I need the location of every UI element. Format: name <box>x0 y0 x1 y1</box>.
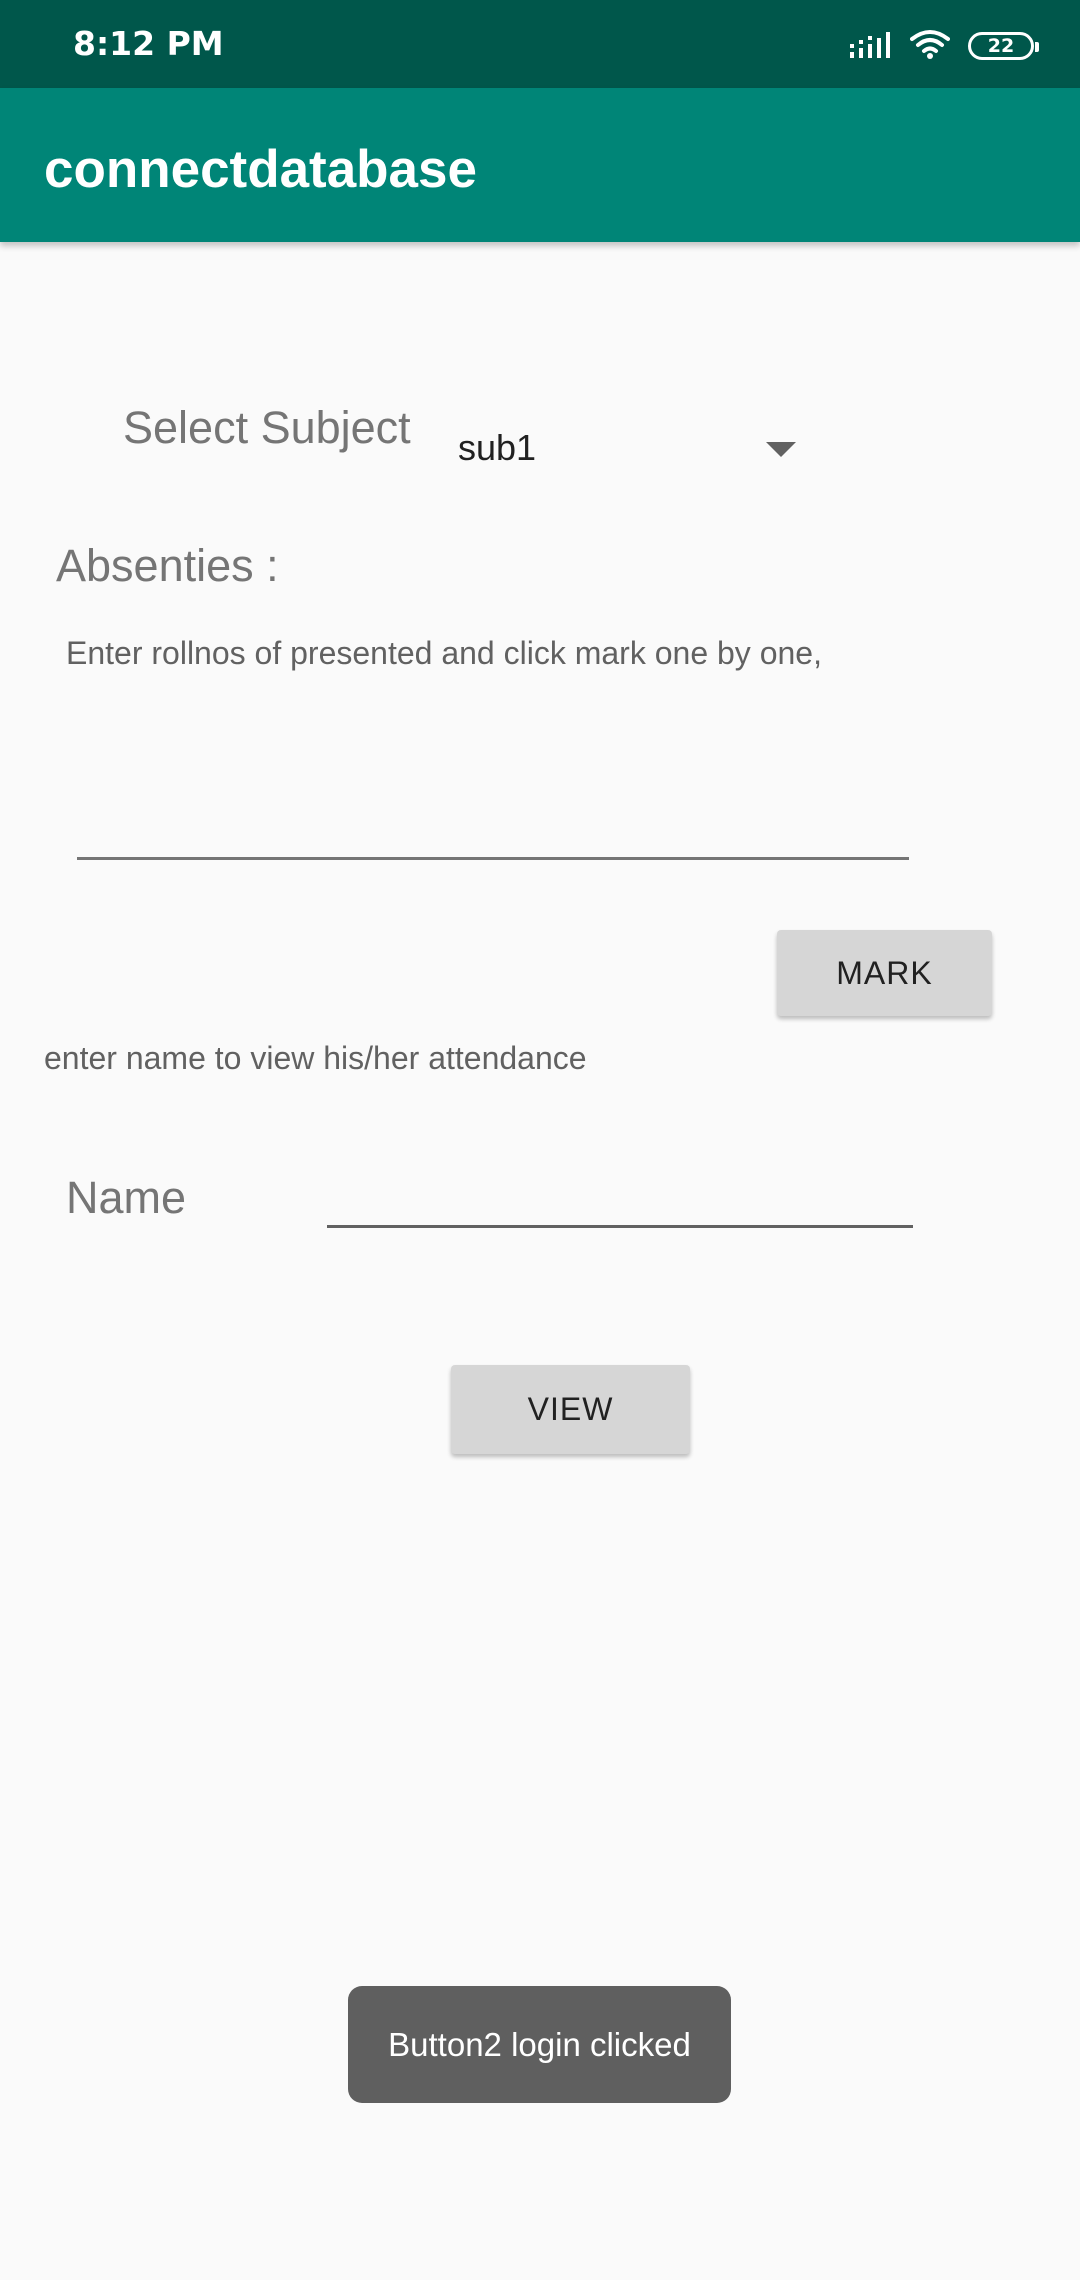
view-button[interactable]: VIEW <box>451 1365 690 1454</box>
signal-icon <box>850 30 892 62</box>
subject-spinner-value: sub1 <box>458 427 537 468</box>
status-time: 8:12 PM <box>73 24 224 63</box>
status-icons: 22 <box>850 26 1039 66</box>
dropdown-arrow-icon <box>766 442 796 457</box>
name-input[interactable] <box>327 1150 913 1228</box>
app-title: connectdatabase <box>44 140 477 199</box>
battery-level: 22 <box>987 35 1015 57</box>
app-bar: connectdatabase <box>0 88 1080 242</box>
toast-message: Button2 login clicked <box>388 2025 691 2063</box>
mark-button[interactable]: MARK <box>777 930 992 1016</box>
wifi-icon <box>910 29 950 63</box>
toast: Button2 login clicked <box>348 1986 731 2103</box>
subject-spinner[interactable]: sub1 <box>446 412 816 482</box>
screen: 8:12 PM 22 connectdatabase Select Subjec… <box>0 0 1080 2280</box>
status-bar: 8:12 PM 22 <box>0 0 1080 88</box>
battery-icon: 22 <box>968 32 1039 60</box>
rollno-input[interactable] <box>77 780 909 860</box>
view-attendance-hint: enter name to view his/her attendance <box>44 1040 587 1076</box>
rollno-hint: Enter rollnos of presented and click mar… <box>66 635 822 671</box>
select-subject-label: Select Subject <box>123 402 411 453</box>
absentees-label: Absenties : <box>56 540 279 591</box>
name-label: Name <box>66 1172 187 1223</box>
